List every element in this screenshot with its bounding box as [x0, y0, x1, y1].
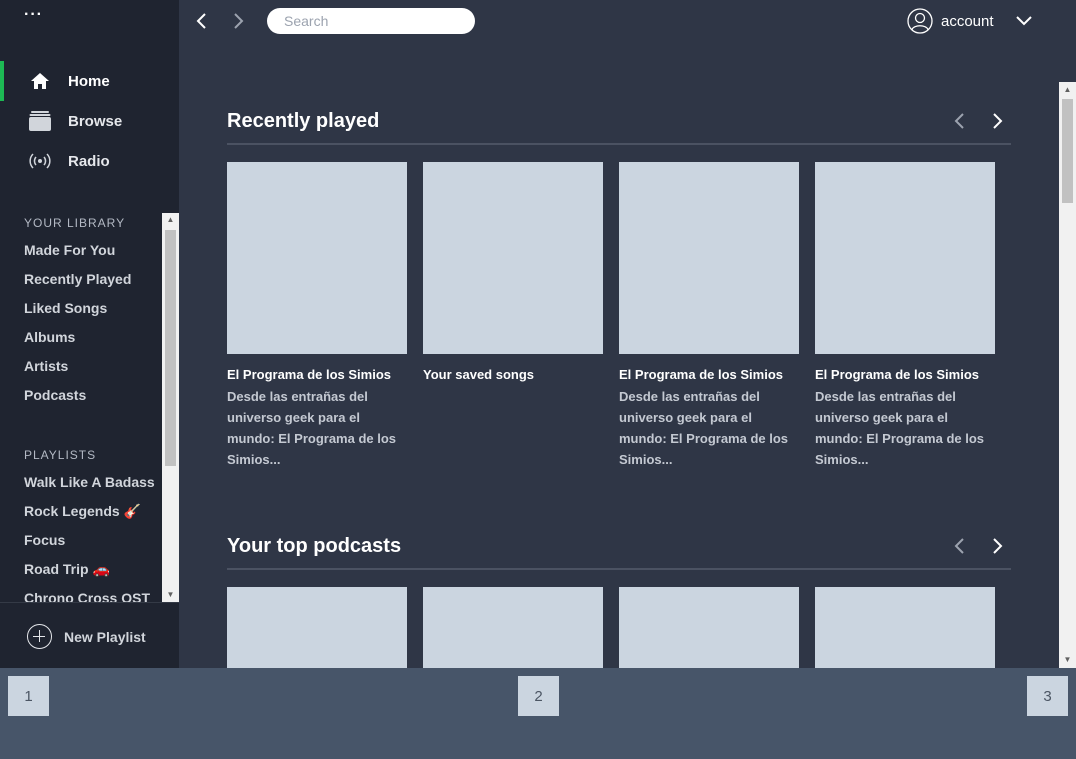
- shelf-divider: [227, 143, 1011, 145]
- forward-button[interactable]: [227, 10, 251, 32]
- new-playlist-button[interactable]: New Playlist: [0, 602, 179, 668]
- back-button[interactable]: [189, 10, 213, 32]
- library-item-albums[interactable]: Albums: [24, 329, 75, 345]
- shelf-next-button[interactable]: [987, 535, 1009, 557]
- media-card[interactable]: Your saved songs: [423, 162, 603, 386]
- library-scroll-area: YOUR LIBRARY Made For You Recently Playe…: [0, 200, 179, 602]
- shelf-title-recently-played: Recently played: [227, 110, 380, 132]
- media-card[interactable]: El Programa de los Simios Desde las entr…: [619, 162, 799, 470]
- playlist-item[interactable]: Chrono Cross OST: [24, 590, 150, 602]
- card-description: Desde las entrañas del universo geek par…: [227, 389, 397, 467]
- scroll-up-arrow-icon[interactable]: ▲: [1059, 82, 1076, 98]
- playlist-item[interactable]: Walk Like A Badass: [24, 474, 155, 490]
- nav-label-radio: Radio: [68, 152, 110, 170]
- sidebar-scrollbar[interactable]: ▲ ▼: [162, 213, 179, 602]
- shelf-next-button[interactable]: [987, 110, 1009, 132]
- playlists-heading: PLAYLISTS: [24, 448, 97, 462]
- chevron-left-icon: [954, 538, 964, 554]
- shelf-prev-button[interactable]: [948, 535, 970, 557]
- nav-item-browse[interactable]: Browse: [0, 101, 179, 141]
- card-title[interactable]: El Programa de los Simios: [815, 365, 995, 384]
- shelf-title-top-podcasts: Your top podcasts: [227, 535, 402, 557]
- podcast-card-cover[interactable]: [423, 587, 603, 668]
- nav-label-browse: Browse: [68, 112, 123, 130]
- home-icon: [28, 69, 52, 93]
- library-heading: YOUR LIBRARY: [24, 216, 126, 230]
- page-button-1[interactable]: 1: [8, 676, 49, 716]
- chevron-left-icon: [954, 113, 964, 129]
- card-title[interactable]: El Programa de los Simios: [619, 365, 799, 384]
- podcast-card-cover[interactable]: [227, 587, 407, 668]
- podcast-card-cover[interactable]: [815, 587, 995, 668]
- main-scrollbar[interactable]: ▲ ▼: [1059, 82, 1076, 668]
- media-card[interactable]: El Programa de los Simios Desde las entr…: [227, 162, 407, 470]
- radio-icon: [28, 149, 52, 173]
- sidebar: ··· Home Browse Radio YOUR LIBRARY Made …: [0, 0, 179, 668]
- main-content: account ▲ ▼ Recently played El Programa …: [179, 0, 1076, 668]
- scrollbar-thumb[interactable]: [165, 230, 176, 466]
- nav-item-radio[interactable]: Radio: [0, 141, 179, 181]
- page-button-2[interactable]: 2: [518, 676, 559, 716]
- chevron-down-icon: [1016, 16, 1032, 26]
- podcast-card-cover[interactable]: [619, 587, 799, 668]
- library-item-artists[interactable]: Artists: [24, 358, 68, 374]
- shelf-divider: [227, 568, 1011, 570]
- card-title[interactable]: El Programa de los Simios: [227, 365, 407, 384]
- search-input[interactable]: [267, 8, 475, 34]
- library-item-podcasts[interactable]: Podcasts: [24, 387, 86, 403]
- library-item-recently-played[interactable]: Recently Played: [24, 271, 131, 287]
- chevron-right-icon: [993, 538, 1003, 554]
- scroll-down-arrow-icon[interactable]: ▼: [162, 588, 179, 602]
- library-item-made-for-you[interactable]: Made For You: [24, 242, 115, 258]
- account-menu[interactable]: account: [907, 8, 994, 34]
- playlist-item[interactable]: Road Trip 🚗: [24, 561, 110, 578]
- chevron-right-icon: [993, 113, 1003, 129]
- scroll-up-arrow-icon[interactable]: ▲: [162, 213, 179, 227]
- user-icon: [907, 8, 933, 34]
- browse-icon: [28, 109, 52, 133]
- menu-dots-button[interactable]: ···: [24, 6, 43, 24]
- page-button-3[interactable]: 3: [1027, 676, 1068, 716]
- scroll-down-arrow-icon[interactable]: ▼: [1059, 652, 1076, 668]
- library-item-liked-songs[interactable]: Liked Songs: [24, 300, 107, 316]
- bottom-bar: 1 2 3: [0, 668, 1076, 759]
- nav-item-home[interactable]: Home: [0, 61, 179, 101]
- nav-label-home: Home: [68, 72, 110, 90]
- card-title[interactable]: Your saved songs: [423, 365, 603, 384]
- new-playlist-label: New Playlist: [64, 629, 146, 645]
- plus-circle-icon: [27, 624, 52, 649]
- chevron-right-icon: [234, 13, 244, 29]
- media-card[interactable]: El Programa de los Simios Desde las entr…: [815, 162, 995, 470]
- playlist-item[interactable]: Focus: [24, 532, 65, 548]
- scrollbar-thumb[interactable]: [1062, 99, 1073, 203]
- account-dropdown-button[interactable]: [1013, 11, 1035, 31]
- account-label: account: [941, 12, 994, 30]
- card-cover-image[interactable]: [619, 162, 799, 354]
- active-indicator: [0, 61, 4, 101]
- card-cover-image[interactable]: [423, 162, 603, 354]
- card-description: Desde las entrañas del universo geek par…: [815, 389, 985, 467]
- card-cover-image[interactable]: [227, 162, 407, 354]
- card-description: Desde las entrañas del universo geek par…: [619, 389, 789, 467]
- chevron-left-icon: [196, 13, 206, 29]
- shelf-prev-button[interactable]: [948, 110, 970, 132]
- playlist-item[interactable]: Rock Legends 🎸: [24, 503, 141, 520]
- card-cover-image[interactable]: [815, 162, 995, 354]
